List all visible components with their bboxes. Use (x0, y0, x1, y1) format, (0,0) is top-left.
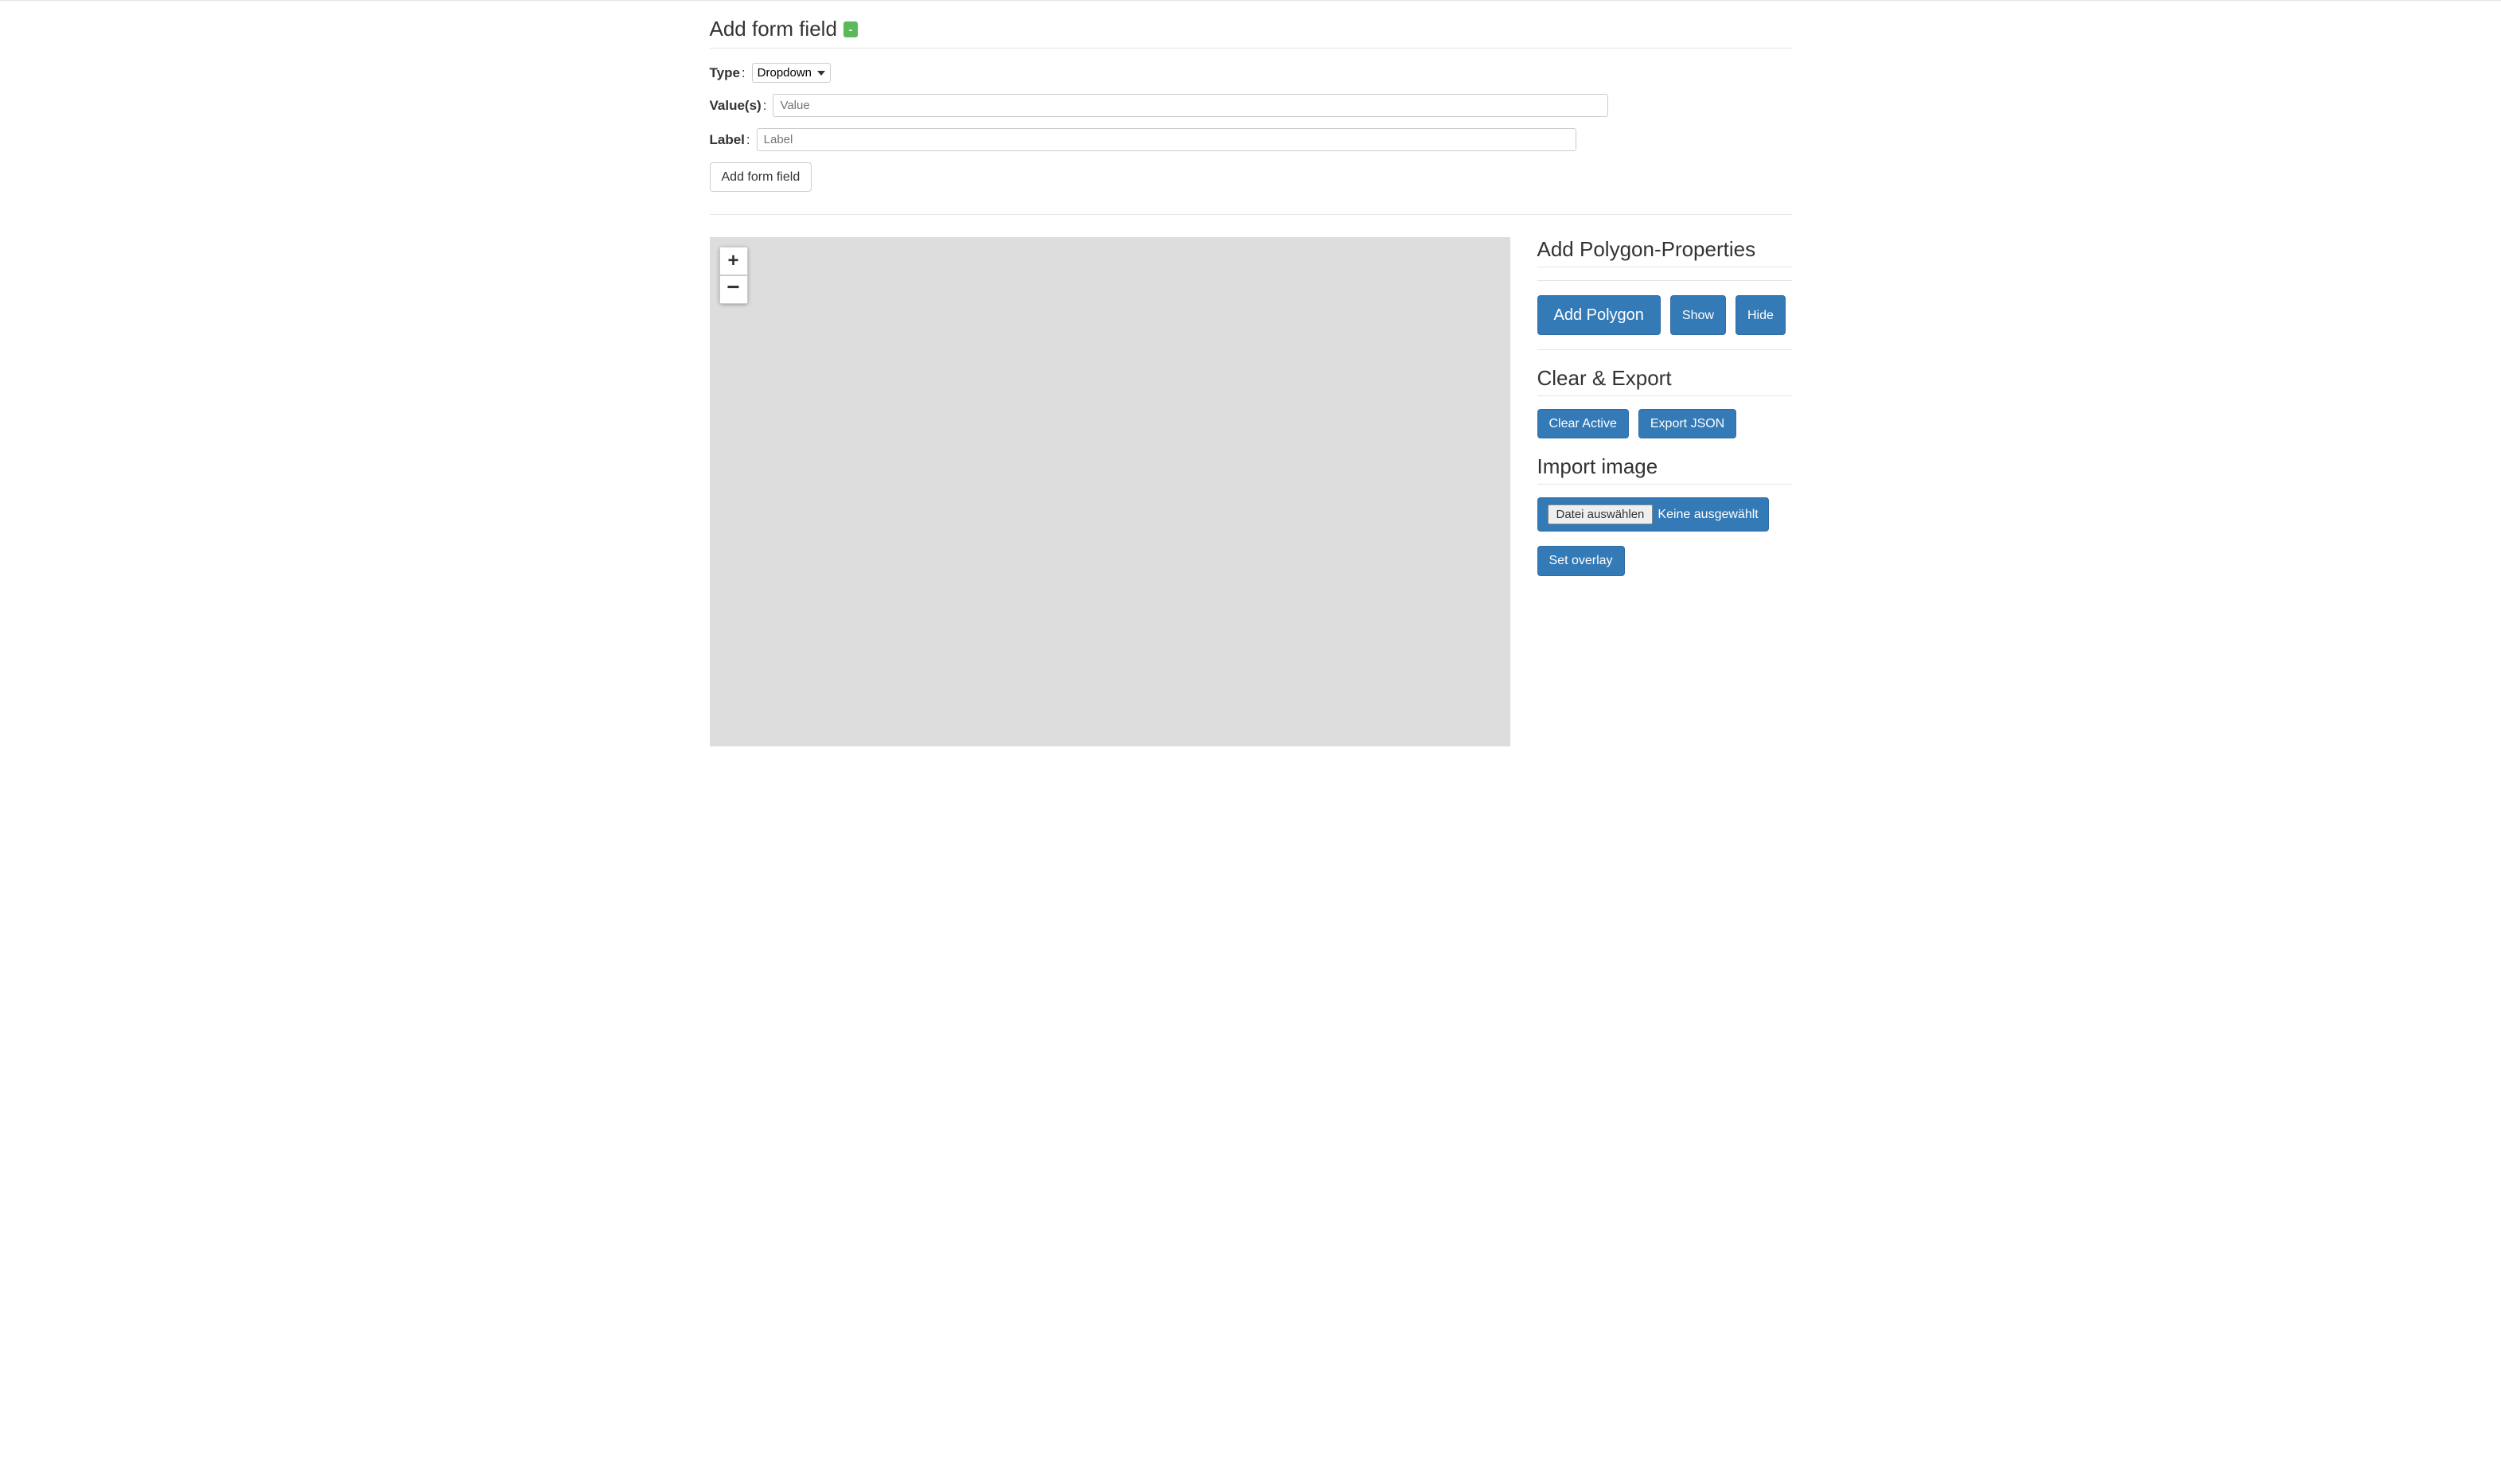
polygon-sub-divider (1537, 280, 1792, 281)
set-overlay-button[interactable]: Set overlay (1537, 546, 1625, 575)
import-image-heading: Import image (1537, 454, 1792, 485)
polygon-properties-section: Add Polygon-Properties Add Polygon Show … (1537, 237, 1792, 350)
values-label: Value(s) (710, 98, 762, 114)
polygon-properties-heading: Add Polygon-Properties (1537, 237, 1792, 267)
map-column: + − (710, 237, 1510, 746)
zoom-controls: + − (719, 247, 748, 304)
file-picker[interactable]: Datei auswählen Keine ausgewählt (1537, 497, 1769, 532)
map-canvas[interactable]: + − (710, 237, 1510, 746)
section-divider (710, 214, 1792, 215)
label-row: Label: (710, 128, 1792, 151)
zoom-in-button[interactable]: + (719, 247, 748, 275)
type-select[interactable]: Dropdown (752, 63, 831, 83)
add-form-field-heading: Add form field (710, 17, 837, 41)
label-input[interactable] (757, 128, 1576, 151)
label-label: Label (710, 132, 745, 148)
file-status-text: Keine ausgewählt (1658, 508, 1758, 522)
clear-export-heading: Clear & Export (1537, 366, 1792, 396)
set-overlay-row: Set overlay (1537, 546, 1792, 575)
clear-export-section: Clear & Export Clear Active Export JSON (1537, 366, 1792, 438)
clear-active-button[interactable]: Clear Active (1537, 409, 1629, 438)
clear-export-button-row: Clear Active Export JSON (1537, 409, 1792, 438)
import-image-button-row: Datei auswählen Keine ausgewählt (1537, 497, 1792, 532)
add-polygon-button[interactable]: Add Polygon (1537, 295, 1661, 335)
type-row: Type: Dropdown (710, 63, 1792, 83)
values-input[interactable] (773, 94, 1608, 117)
show-button[interactable]: Show (1670, 295, 1726, 335)
import-image-section: Import image Datei auswählen Keine ausge… (1537, 454, 1792, 575)
add-form-field-heading-row: Add form field - (710, 1, 1792, 49)
values-row: Value(s): (710, 94, 1792, 117)
export-json-button[interactable]: Export JSON (1638, 409, 1736, 438)
columns: + − Add Polygon-Properties Add Polygon S… (710, 237, 1792, 746)
collapse-toggle-badge[interactable]: - (843, 21, 858, 37)
hide-button[interactable]: Hide (1736, 295, 1786, 335)
sidebar: Add Polygon-Properties Add Polygon Show … (1537, 237, 1792, 591)
zoom-out-button[interactable]: − (719, 275, 748, 304)
polygon-button-row: Add Polygon Show Hide (1537, 295, 1792, 335)
add-form-field-button[interactable]: Add form field (710, 162, 812, 192)
main-container: Add form field - Type: Dropdown Value(s)… (694, 1, 1808, 746)
choose-file-button[interactable]: Datei auswählen (1548, 504, 1654, 524)
add-form-field-submit-row: Add form field (710, 162, 1792, 192)
type-label: Type (710, 65, 740, 81)
polygon-bottom-divider (1537, 349, 1792, 350)
